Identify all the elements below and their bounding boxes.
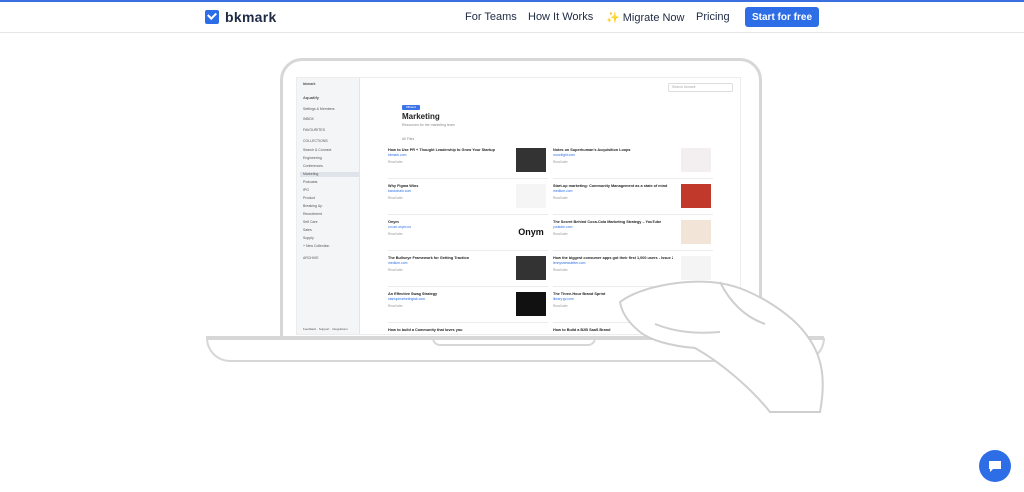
sidebar-item-favourites: FAVOURITES [303, 128, 325, 132]
sidebar-item-ipo: IPO [303, 188, 310, 192]
card-title: The Secret Behind Coca-Cola Marketing St… [553, 220, 662, 224]
app-sidebar: bkmark Aquatify Settings & Members INBOX… [297, 78, 360, 334]
card-domain: lennysnewsletter.com [553, 261, 586, 265]
bookmark-card: How to Use PR + Thought Leadership to Gr… [388, 146, 548, 179]
card-domain: cn.om.onym.co [388, 225, 411, 229]
card-domain: startupmarketinglab.com [388, 297, 426, 301]
sidebar-item-engineering: Engineering [303, 156, 322, 160]
bookmark-card: Start-up marketing: Community Management… [553, 182, 713, 215]
collection-badge: #Brand [402, 105, 420, 110]
collection-title: Marketing [402, 112, 440, 121]
card-thumbnail [516, 292, 546, 316]
sidebar-item-sales: Sales [303, 228, 312, 232]
sidebar-item-recruitment: Recruitment [303, 212, 322, 216]
card-domain: medium.com [388, 261, 408, 265]
bookmark-card: How to build a Community that loves you [388, 326, 548, 334]
card-thumbnail [681, 148, 711, 172]
bkmark-logo-icon [205, 10, 219, 24]
brand-name: bkmark [225, 9, 277, 25]
sidebar-item-self-care: Self Care [303, 220, 318, 224]
card-title: Start-up marketing: Community Management… [553, 184, 668, 188]
card-thumbnail [516, 256, 546, 280]
sidebar-brand: bkmark [303, 82, 316, 86]
chat-bubble-icon [989, 461, 1001, 472]
sidebar-item-marketing: Marketing [300, 172, 359, 177]
sidebar-item-breaking-up: Breaking Up [303, 204, 323, 208]
card-domain: youtube.com [553, 225, 573, 229]
card-title: How the biggest consumer apps got their … [553, 256, 673, 260]
brand-logo[interactable]: bkmark [205, 9, 277, 25]
card-thumbnail [681, 184, 711, 208]
card-read-later: Read later [388, 160, 403, 164]
nav-how-it-works[interactable]: How It Works [528, 11, 593, 23]
card-title: How to build a Community that loves you [388, 328, 463, 332]
card-domain: medium.com [553, 189, 573, 193]
sidebar-item-settings: Settings & Members [303, 107, 335, 111]
card-read-later: Read later [553, 268, 568, 272]
card-read-later: Read later [388, 268, 403, 272]
sidebar-item-podcasts: Podcasts [303, 180, 318, 184]
nav-for-teams[interactable]: For Teams [465, 11, 517, 23]
sidebar-item-inbox: INBOX [303, 117, 314, 121]
chat-launcher-button[interactable] [979, 450, 1011, 482]
sidebar-footer: Feedback · Support · Integrations [303, 327, 348, 331]
app-search: Search bkmark [668, 83, 733, 92]
card-domain: library.gv.com [553, 297, 574, 301]
sidebar-item-search: Search & Connect [303, 148, 332, 152]
collection-subtitle: Resources for the marketing team [402, 123, 455, 127]
hand-illustration [618, 280, 824, 413]
card-read-later: Read later [388, 196, 403, 200]
card-thumbnail [681, 220, 711, 244]
top-navigation: bkmark For Teams How It Works ✨ Migrate … [0, 2, 1024, 33]
card-read-later: Read later [388, 304, 403, 308]
nav-migrate-now[interactable]: ✨ Migrate Now [606, 11, 685, 24]
card-thumbnail [516, 184, 546, 208]
sidebar-item-product: Product [303, 196, 316, 200]
sidebar-item-archive: ARCHIVE [303, 256, 319, 260]
card-domain: moonlight.com [553, 153, 576, 157]
card-title: The Bullseye Framework for Getting Tract… [388, 256, 470, 260]
sidebar-item-collections: COLLECTIONS [303, 139, 328, 143]
bookmark-card: Notes on Superhuman's Acquisition Loops … [553, 146, 713, 179]
bookmark-card: The Bullseye Framework for Getting Tract… [388, 254, 548, 287]
card-read-later: Read later [553, 304, 568, 308]
bookmark-card: An Effective Swag Strategy startupmarket… [388, 290, 548, 323]
bookmark-card: Onym cn.om.onym.co Read later Onym [388, 218, 548, 251]
bookmark-card: The Secret Behind Coca-Cola Marketing St… [553, 218, 713, 251]
card-domain: bkmark.com [388, 153, 407, 157]
sidebar-item-conferences: Conferences [303, 164, 323, 168]
card-title: Notes on Superhuman's Acquisition Loops [553, 148, 631, 152]
card-title: An Effective Swag Strategy [388, 292, 438, 296]
filter-label: All Files [402, 137, 415, 141]
card-title: Why Figma Wins [388, 184, 419, 188]
card-read-later: Read later [388, 232, 403, 236]
card-title: Onym [388, 220, 399, 224]
card-domain: kwokchain.com [388, 189, 412, 193]
card-read-later: Read later [553, 196, 568, 200]
card-read-later: Read later [553, 160, 568, 164]
start-for-free-button[interactable]: Start for free [745, 7, 819, 27]
sidebar-new-collection: + New Collection [303, 244, 330, 248]
card-title: How to Use PR + Thought Leadership to Gr… [388, 148, 495, 152]
workspace-name: Aquatify [303, 95, 319, 100]
laptop-notch [432, 338, 596, 346]
bookmark-card: Why Figma Wins kwokchain.com Read later [388, 182, 548, 215]
nav-pricing[interactable]: Pricing [696, 11, 730, 23]
card-read-later: Read later [553, 232, 568, 236]
card-thumbnail [516, 148, 546, 172]
card-thumbnail: Onym [516, 220, 546, 244]
sidebar-item-supply: Supply [303, 236, 314, 240]
